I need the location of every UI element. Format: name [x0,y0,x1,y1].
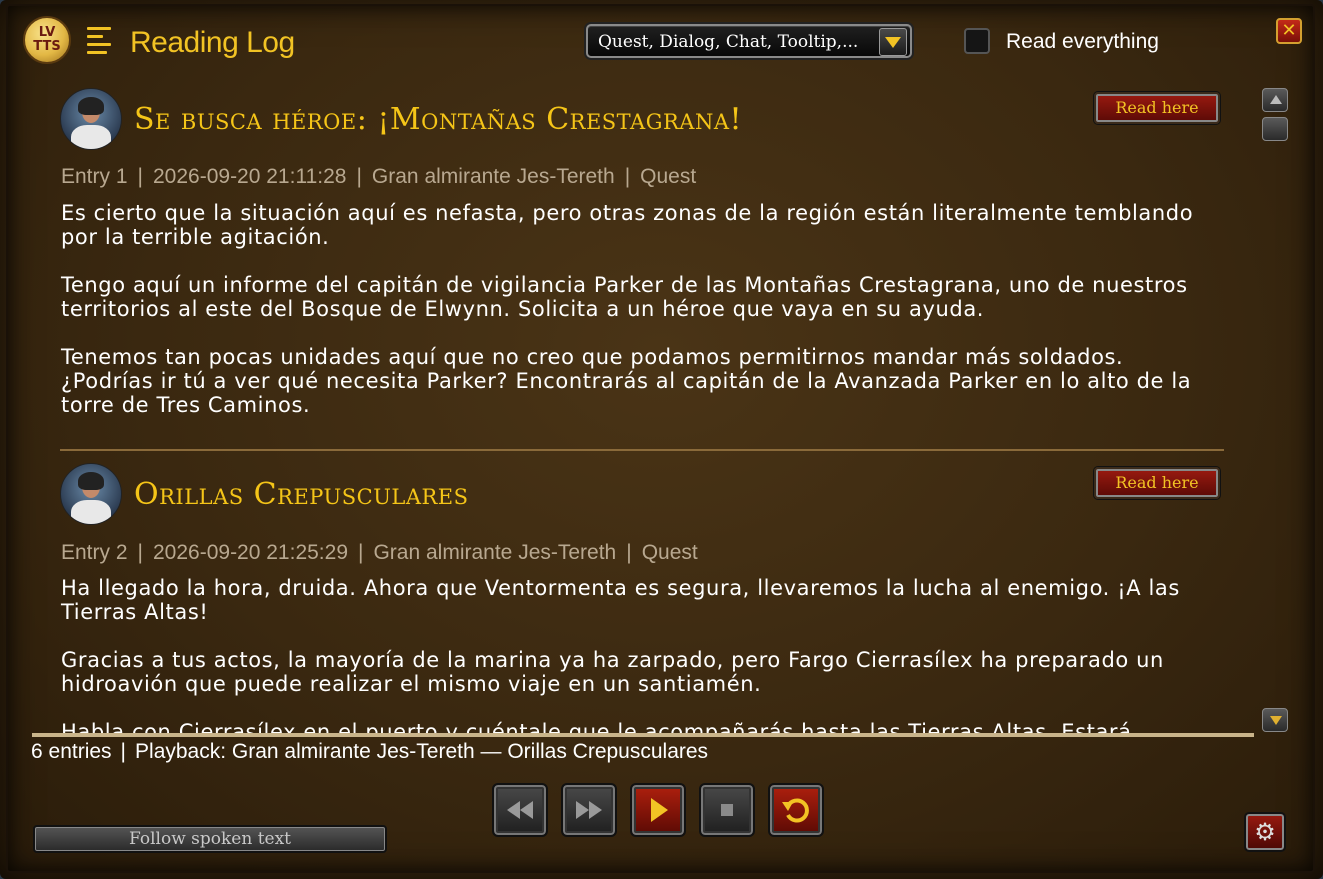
entry-divider [60,449,1224,451]
entry-title: Orillas Crepusculares [134,477,469,512]
entry-number: Entry 1 [61,165,128,188]
playback-status: Playback: Gran almirante Jes-Tereth — Or… [135,740,709,763]
entry-timestamp: 2026-09-20 21:11:28 [153,165,347,188]
entry-meta: Entry 2 | 2026-09-20 21:25:29 | Gran almiran… [61,541,698,564]
entry-paragraph: Tenemos tan pocas unidades aquí que no c… [61,345,1192,417]
follow-spoken-text-button[interactable]: Follow spoken text [33,825,387,853]
gear-icon: ⚙ [1254,818,1276,846]
entry-type: Quest [640,165,697,188]
speaker-avatar [60,88,122,150]
logo-text-line2: TTS [33,39,61,54]
settings-button[interactable]: ⚙ [1244,812,1286,852]
rewind-icon [507,801,533,819]
entry-paragraph: Gracias a tus actos, la mayoría de la ma… [61,648,1164,696]
scroll-up-button[interactable] [1262,88,1288,112]
scroll-area-divider [32,733,1254,737]
repeat-button[interactable] [768,783,824,837]
entry-body: Ha llegado la hora, druida. Ahora que Ve… [61,576,1221,736]
stop-button[interactable] [699,783,755,837]
read-everything-label[interactable]: Read everything [1006,30,1159,54]
status-bar: 6 entries | Playback: Gran almirante Jes-T… [31,740,709,763]
stop-icon [721,804,733,816]
logo-text-line1: LV [38,25,56,40]
repeat-icon [782,798,809,823]
fast-forward-icon [576,801,602,819]
entry-paragraph: Ha llegado la hora, druida. Ahora que Ve… [61,576,1180,624]
scroll-to-bottom-button[interactable] [1262,708,1288,732]
chevron-down-icon[interactable] [879,28,907,56]
play-icon [651,798,668,822]
entries-scroll-area[interactable]: Se busca héroe: ¡Montañas Crestagrana! R… [30,78,1255,736]
close-button[interactable]: ✕ [1276,18,1302,44]
read-here-button[interactable]: Read here [1094,92,1220,124]
filter-dropdown[interactable]: Quest, Dialog, Chat, Tooltip,... [586,24,912,58]
entry-meta: Entry 1 | 2026-09-20 21:11:28 | Gran almiran… [61,165,697,188]
entry-speaker: Gran almirante Jes-Tereth [373,541,617,564]
speaker-avatar [60,463,122,525]
entry-paragraph: Es cierto que la situación aquí es nefas… [61,201,1194,249]
read-everything-checkbox[interactable] [964,28,990,54]
entry-type: Quest [641,541,698,564]
read-here-button[interactable]: Read here [1094,467,1220,499]
entry-paragraph: Tengo aquí un informe del capitán de vig… [61,273,1188,321]
fast-forward-button[interactable] [561,783,617,837]
filter-dropdown-value: Quest, Dialog, Chat, Tooltip,... [598,32,859,52]
menu-icon[interactable] [87,27,111,54]
entry-speaker: Gran almirante Jes-Tereth [371,165,615,188]
lvtts-logo[interactable]: LV TTS [23,16,71,64]
entry-number: Entry 2 [61,541,128,564]
entry-timestamp: 2026-09-20 21:25:29 [153,541,348,564]
entry-body: Es cierto que la situación aquí es nefas… [61,201,1221,441]
window-title: Reading Log [130,26,295,59]
play-button[interactable] [630,783,686,837]
rewind-button[interactable] [492,783,548,837]
scrollbar-thumb[interactable] [1262,117,1288,141]
entry-count: 6 entries [31,740,112,763]
entry-title: Se busca héroe: ¡Montañas Crestagrana! [134,102,743,137]
